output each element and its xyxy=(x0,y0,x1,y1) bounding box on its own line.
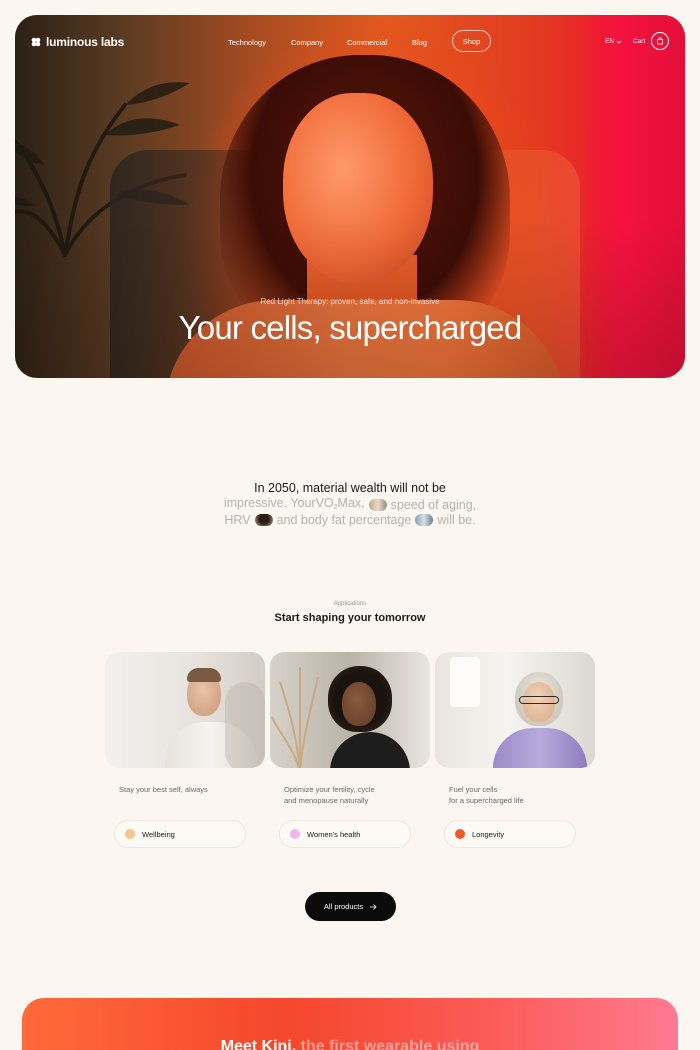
kini-title: Meet Kini, the first wearable using xyxy=(22,1038,678,1050)
nav-link-technology[interactable]: Technology xyxy=(228,38,291,47)
person-torso xyxy=(330,732,410,768)
womens-health-dot-icon xyxy=(290,829,300,839)
wellbeing-pill[interactable]: Wellbeing xyxy=(114,820,246,848)
statement-line-2: impressive. YourVO2Max, speed of aging, xyxy=(0,496,700,513)
person-head xyxy=(342,682,376,726)
card-description: Optimize your fertility, cycle and menop… xyxy=(284,785,375,805)
kini-title-main: Meet Kini, xyxy=(220,1038,297,1050)
card-description: Stay your best self, always xyxy=(119,785,208,794)
brand-name: luminous labs xyxy=(46,35,125,49)
language-label: EN xyxy=(605,38,615,45)
womens-health-pill[interactable]: Women's health xyxy=(279,820,411,848)
statement-fragment: impressive. YourVO xyxy=(223,496,334,510)
all-products-label: All products xyxy=(323,902,364,911)
person-hair xyxy=(187,668,221,682)
inline-photo-chip xyxy=(415,514,434,526)
statement-fragment: Max, xyxy=(337,496,365,510)
pampas-grass-image xyxy=(271,667,319,768)
person-torso xyxy=(493,728,587,768)
clover-logo-icon xyxy=(31,37,41,47)
subscript-2: 2 xyxy=(333,504,338,511)
top-nav: luminous labs Technology Company Commerc… xyxy=(15,15,685,67)
brand-logo[interactable]: luminous labs xyxy=(31,35,124,49)
longevity-pill[interactable]: Longevity xyxy=(444,820,576,848)
arrow-right-icon xyxy=(370,903,377,910)
nav-links: Technology Company Commercial Blog xyxy=(228,38,452,47)
chevron-down-icon xyxy=(616,40,622,44)
womens-health-photo xyxy=(270,652,430,768)
statement-fragment: and body fat percentage xyxy=(276,513,412,527)
inline-photo-chip xyxy=(254,514,273,526)
cart-button[interactable] xyxy=(651,32,669,50)
pill-label: Women's health xyxy=(307,829,361,839)
shop-button[interactable]: Shop xyxy=(452,30,491,52)
lamp-shape xyxy=(450,657,480,707)
cart-label[interactable]: Cart xyxy=(633,38,645,45)
nav-link-commercial[interactable]: Commercial xyxy=(347,38,412,47)
inline-photo-chip xyxy=(368,498,387,511)
hero-banner: luminous labs Technology Company Commerc… xyxy=(15,15,685,378)
applications-title: Start shaping your tomorrow xyxy=(274,612,426,624)
language-selector[interactable]: EN xyxy=(605,38,622,45)
nav-link-company[interactable]: Company xyxy=(291,38,347,47)
wellbeing-photo xyxy=(105,652,265,768)
applications-eyebrow: Applications xyxy=(333,601,367,607)
application-card-longevity[interactable]: Fuel your cells for a supercharged life … xyxy=(435,652,595,862)
glasses-shape xyxy=(519,696,559,704)
wellbeing-dot-icon xyxy=(125,829,135,839)
hero-title: Your cells, supercharged xyxy=(178,309,523,346)
hero-subtitle: Red Light Therapy: proven, safe, and non… xyxy=(260,297,440,306)
pill-label: Wellbeing xyxy=(142,829,175,839)
application-card-wellbeing[interactable]: Stay your best self, always Wellbeing xyxy=(105,652,265,862)
statement-fragment: will be. xyxy=(437,513,476,527)
nav-link-blog[interactable]: Blog xyxy=(412,38,452,47)
pill-label: Longevity xyxy=(472,829,505,839)
statement-fragment: HRV xyxy=(224,513,251,527)
statement-fragment: speed of aging, xyxy=(390,497,477,512)
statement-text: impressive. YourVO2Max, xyxy=(224,496,365,513)
card-description: Fuel your cells for a supercharged life xyxy=(449,785,524,805)
kini-banner: Meet Kini, the first wearable using xyxy=(22,998,678,1050)
shopping-bag-icon xyxy=(657,37,663,45)
statement-line-3: HRV and body fat percentage will be. xyxy=(0,513,700,527)
statement-line-1: In 2050, material wealth will not be xyxy=(254,481,446,495)
kini-title-faded: the first wearable using xyxy=(300,1038,480,1050)
longevity-dot-icon xyxy=(455,829,465,839)
statement-section: In 2050, material wealth will not be imp… xyxy=(0,480,700,527)
longevity-photo xyxy=(435,652,595,768)
all-products-button[interactable]: All products xyxy=(305,892,396,921)
shadow-shape xyxy=(225,682,265,768)
application-card-womens-health[interactable]: Optimize your fertility, cycle and menop… xyxy=(270,652,430,862)
